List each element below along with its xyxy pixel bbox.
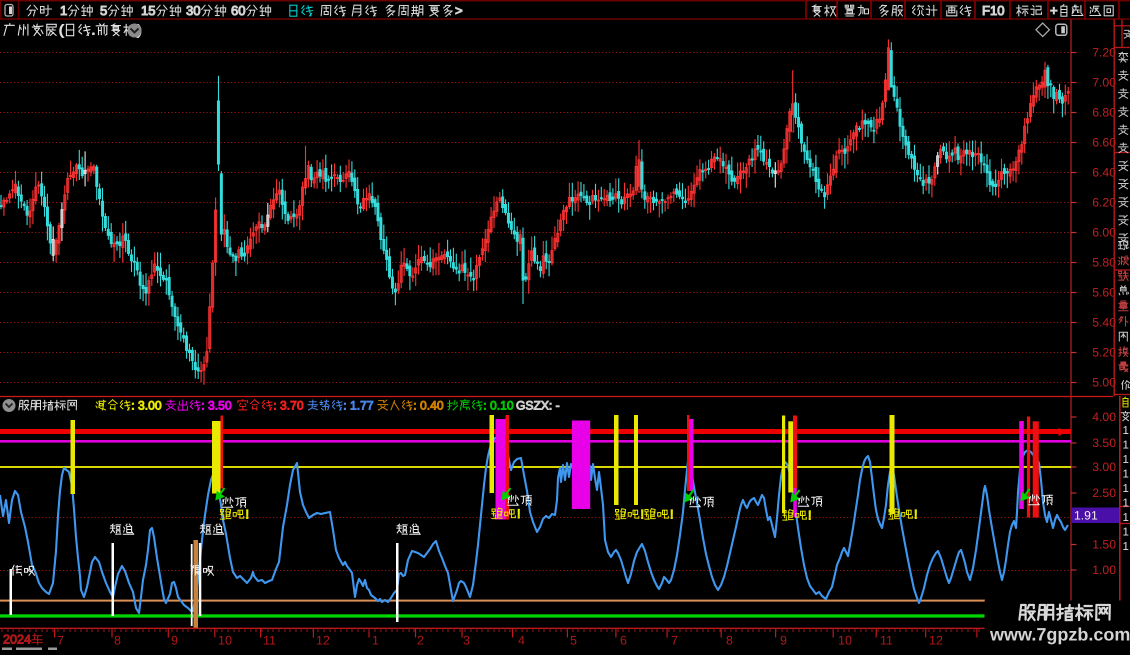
- svg-text:(: (: [59, 23, 64, 38]
- svg-text:5: 5: [100, 3, 107, 18]
- svg-text:1: 1: [1123, 425, 1129, 437]
- svg-text:5.60: 5.60: [1092, 286, 1116, 300]
- svg-text:1: 1: [1123, 498, 1129, 510]
- svg-text:GSZX: -: GSZX: -: [516, 398, 560, 412]
- svg-text:6.60: 6.60: [1092, 136, 1116, 150]
- svg-text:6.00: 6.00: [1092, 226, 1116, 240]
- svg-text:!: !: [914, 508, 918, 522]
- svg-text:!: !: [641, 508, 645, 522]
- svg-text:: 3.50: : 3.50: [201, 398, 232, 412]
- svg-text:.: .: [92, 23, 96, 38]
- svg-text:15: 15: [141, 3, 156, 18]
- svg-text:9: 9: [171, 634, 178, 648]
- svg-text:10: 10: [218, 634, 232, 648]
- svg-text:11: 11: [263, 634, 276, 648]
- svg-text:: 1.77: : 1.77: [343, 398, 374, 412]
- svg-text:2: 2: [417, 634, 424, 648]
- svg-text:!: !: [670, 508, 674, 522]
- svg-text:>: >: [455, 3, 463, 18]
- svg-text:8: 8: [114, 634, 121, 648]
- svg-text:6.40: 6.40: [1092, 166, 1116, 180]
- svg-text:1: 1: [1123, 483, 1129, 495]
- svg-text:4.00: 4.00: [1092, 410, 1116, 424]
- svg-text:8: 8: [726, 634, 733, 648]
- svg-text:4: 4: [518, 634, 525, 648]
- svg-text:1: 1: [1123, 454, 1129, 466]
- svg-text:1: 1: [1123, 440, 1129, 452]
- svg-text:7: 7: [671, 634, 678, 648]
- svg-text:60: 60: [231, 3, 246, 18]
- svg-text:7: 7: [57, 634, 64, 648]
- svg-text:9: 9: [780, 634, 787, 648]
- svg-text:3: 3: [463, 634, 470, 648]
- svg-text:1.00: 1.00: [1092, 563, 1116, 577]
- svg-text:1: 1: [372, 634, 379, 648]
- svg-text:11: 11: [880, 634, 893, 648]
- svg-text:7.00: 7.00: [1092, 76, 1116, 90]
- svg-text:2.50: 2.50: [1092, 486, 1116, 500]
- svg-text:!: !: [808, 509, 812, 523]
- svg-text:7.20: 7.20: [1092, 46, 1116, 60]
- svg-text:!: !: [246, 508, 250, 522]
- svg-text:1: 1: [60, 3, 67, 18]
- svg-text:12: 12: [316, 634, 330, 648]
- svg-text:3.50: 3.50: [1092, 436, 1116, 450]
- svg-text:: 0.40: : 0.40: [413, 398, 444, 412]
- svg-text:5.40: 5.40: [1092, 316, 1116, 330]
- svg-text:6.20: 6.20: [1092, 196, 1116, 210]
- svg-text:10: 10: [838, 634, 852, 648]
- svg-text:1: 1: [1123, 527, 1129, 539]
- svg-text:30: 30: [186, 3, 201, 18]
- svg-text:: 0.10: : 0.10: [483, 398, 514, 412]
- svg-text:3.00: 3.00: [1092, 460, 1116, 474]
- svg-text:5.20: 5.20: [1092, 346, 1116, 360]
- svg-text:+: +: [1050, 3, 1058, 18]
- svg-text:5.80: 5.80: [1092, 256, 1116, 270]
- svg-text:F10: F10: [982, 3, 1005, 18]
- svg-text:1.50: 1.50: [1092, 538, 1116, 552]
- svg-text:5.00: 5.00: [1092, 376, 1116, 390]
- svg-text:2024: 2024: [3, 633, 31, 647]
- svg-text:12: 12: [929, 634, 943, 648]
- svg-text:5: 5: [570, 634, 577, 648]
- svg-text:: 3.00: : 3.00: [131, 398, 162, 412]
- svg-text:6.80: 6.80: [1092, 106, 1116, 120]
- svg-text:1: 1: [1123, 541, 1129, 553]
- svg-text:1: 1: [1123, 512, 1129, 524]
- svg-text:1: 1: [1123, 469, 1129, 481]
- svg-text:!: !: [517, 507, 521, 521]
- svg-text:1.91: 1.91: [1074, 509, 1098, 523]
- svg-text:www.7gpzb.com: www.7gpzb.com: [989, 625, 1130, 645]
- svg-text:6: 6: [620, 634, 627, 648]
- svg-text:: 3.70: : 3.70: [273, 398, 304, 412]
